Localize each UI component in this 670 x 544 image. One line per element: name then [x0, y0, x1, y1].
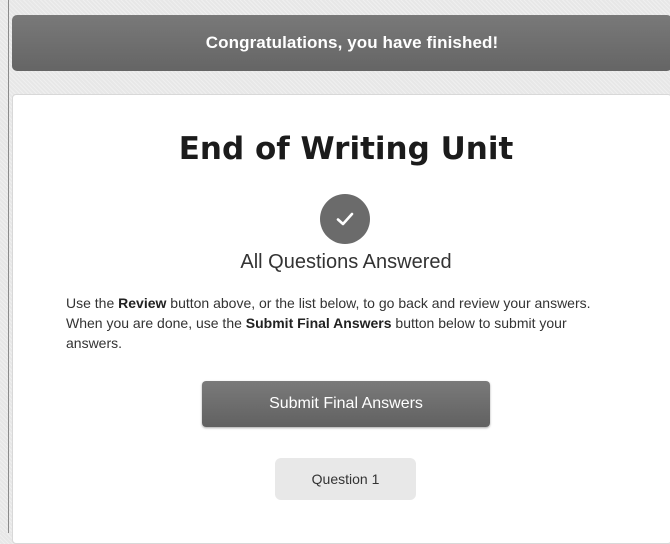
check-icon-glyph — [336, 212, 354, 226]
status-text: All Questions Answered — [240, 251, 452, 273]
review-keyword: Review — [118, 295, 167, 311]
content-card: End of Writing Unit All Questions Answer… — [12, 94, 670, 544]
instructions-part-1: Use the — [66, 295, 119, 311]
page-title: End of Writing Unit — [178, 131, 514, 167]
instructions-text: Use the Review button above, or the list… — [66, 293, 626, 353]
submit-keyword: Submit Final Answers — [245, 315, 392, 331]
banner-text: Congratulations, you have finished! — [205, 33, 499, 52]
question-1-button[interactable]: Question 1 — [275, 458, 416, 500]
completion-banner: Congratulations, you have finished! — [12, 15, 670, 71]
check-icon — [320, 194, 370, 244]
window-edge — [8, 0, 9, 533]
submit-final-answers-button[interactable]: Submit Final Answers — [202, 381, 490, 427]
